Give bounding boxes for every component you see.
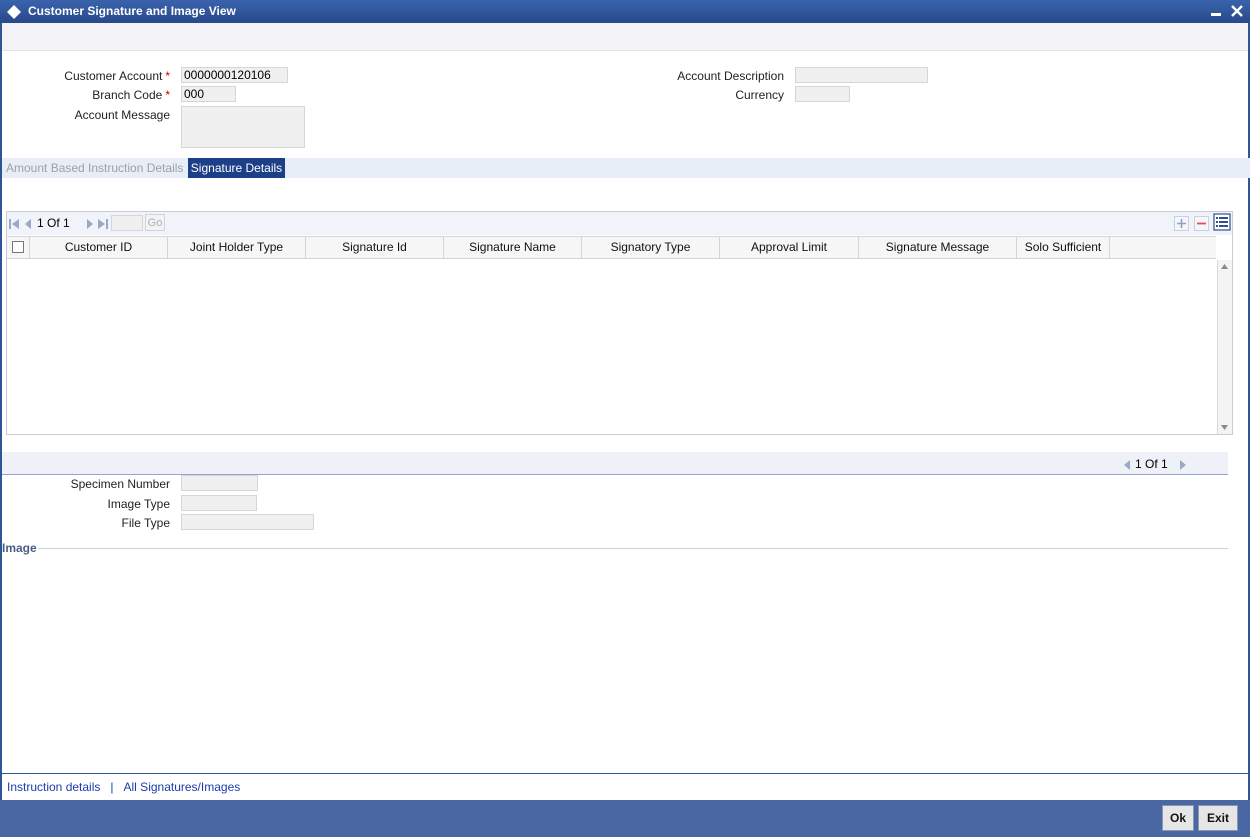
account-description-input[interactable] xyxy=(795,67,928,83)
account-description-label: Account Description xyxy=(677,69,784,83)
required-mark: * xyxy=(165,88,170,102)
required-mark: * xyxy=(165,69,170,83)
image-section-divider xyxy=(38,548,1228,549)
image-page-of: Of xyxy=(1145,457,1158,471)
image-page-count: 1 Of 1 xyxy=(1135,457,1168,471)
add-row-icon[interactable] xyxy=(1174,216,1189,231)
branch-code-label: Branch Code * xyxy=(40,88,170,102)
image-page-total: 1 xyxy=(1161,457,1168,471)
image-section-legend: Image xyxy=(2,541,37,555)
image-type-label: Image Type xyxy=(107,497,170,511)
specimen-number-input[interactable] xyxy=(181,475,258,491)
column-approval-limit[interactable]: Approval Limit xyxy=(720,236,859,259)
column-signature-message[interactable]: Signature Message xyxy=(859,236,1017,259)
column-signature-id[interactable]: Signature Id xyxy=(306,236,444,259)
column-customer-id[interactable]: Customer ID xyxy=(30,236,168,259)
close-icon[interactable] xyxy=(1229,3,1245,19)
footer-link-separator: | xyxy=(110,780,114,794)
branch-code-label-text: Branch Code xyxy=(92,88,163,102)
grid-page-current: 1 xyxy=(37,216,44,230)
tab-signature-details[interactable]: Signature Details xyxy=(188,158,285,178)
currency-input[interactable] xyxy=(795,86,850,102)
delete-row-icon[interactable] xyxy=(1194,216,1209,231)
go-button[interactable]: Go xyxy=(145,214,165,231)
branch-code-input[interactable] xyxy=(181,86,236,102)
customer-account-label: Customer Account * xyxy=(40,69,170,83)
single-view-icon[interactable] xyxy=(1213,213,1231,231)
app-diamond-icon xyxy=(7,5,21,19)
window-title: Customer Signature and Image View xyxy=(28,4,236,18)
grid-page-count: 1 Of 1 xyxy=(37,216,70,230)
grid-vertical-scrollbar[interactable] xyxy=(1217,260,1232,434)
page-number-input[interactable] xyxy=(111,215,143,231)
file-type-label: File Type xyxy=(121,516,170,530)
first-page-icon[interactable] xyxy=(8,218,20,230)
scroll-up-icon[interactable] xyxy=(1220,262,1229,271)
select-all-checkbox[interactable] xyxy=(12,241,24,253)
footer-links: Instruction details | All Signatures/Image… xyxy=(7,780,240,794)
ok-button[interactable]: Ok xyxy=(1162,805,1194,831)
customer-account-input[interactable] xyxy=(181,67,288,83)
image-type-input[interactable] xyxy=(181,495,257,511)
account-message-label: Account Message xyxy=(74,108,170,122)
exit-button[interactable]: Exit xyxy=(1198,805,1238,831)
column-signatory-type[interactable]: Signatory Type xyxy=(582,236,720,259)
currency-label: Currency xyxy=(735,88,784,102)
image-display-area xyxy=(2,556,1248,770)
column-joint-holder-type[interactable]: Joint Holder Type xyxy=(168,236,306,259)
image-previous-icon[interactable] xyxy=(1122,459,1132,471)
previous-page-icon[interactable] xyxy=(22,218,34,230)
column-solo-sufficient[interactable]: Solo Sufficient xyxy=(1017,236,1110,259)
image-navigation-bar xyxy=(2,452,1228,475)
specimen-number-label: Specimen Number xyxy=(70,477,170,491)
scroll-down-icon[interactable] xyxy=(1220,423,1229,432)
footer-bar xyxy=(0,800,1250,837)
grid-navigation-bar xyxy=(7,212,1232,235)
instruction-details-link[interactable]: Instruction details xyxy=(7,780,100,794)
toolbar-strip xyxy=(2,23,1248,51)
last-page-icon[interactable] xyxy=(97,218,109,230)
grid-page-of: Of xyxy=(47,216,60,230)
footer-divider xyxy=(2,773,1248,774)
all-signatures-images-link[interactable]: All Signatures/Images xyxy=(124,780,241,794)
file-type-input[interactable] xyxy=(181,514,314,530)
customer-account-label-text: Customer Account xyxy=(64,69,163,83)
column-signature-name[interactable]: Signature Name xyxy=(444,236,582,259)
account-message-textarea[interactable] xyxy=(181,106,305,148)
grid-page-total: 1 xyxy=(63,216,70,230)
minimize-icon[interactable] xyxy=(1208,3,1224,19)
tab-amount-based-instruction-details[interactable]: Amount Based Instruction Details xyxy=(6,160,183,176)
image-page-current: 1 xyxy=(1135,457,1142,471)
next-page-icon[interactable] xyxy=(84,218,96,230)
image-next-icon[interactable] xyxy=(1178,459,1188,471)
